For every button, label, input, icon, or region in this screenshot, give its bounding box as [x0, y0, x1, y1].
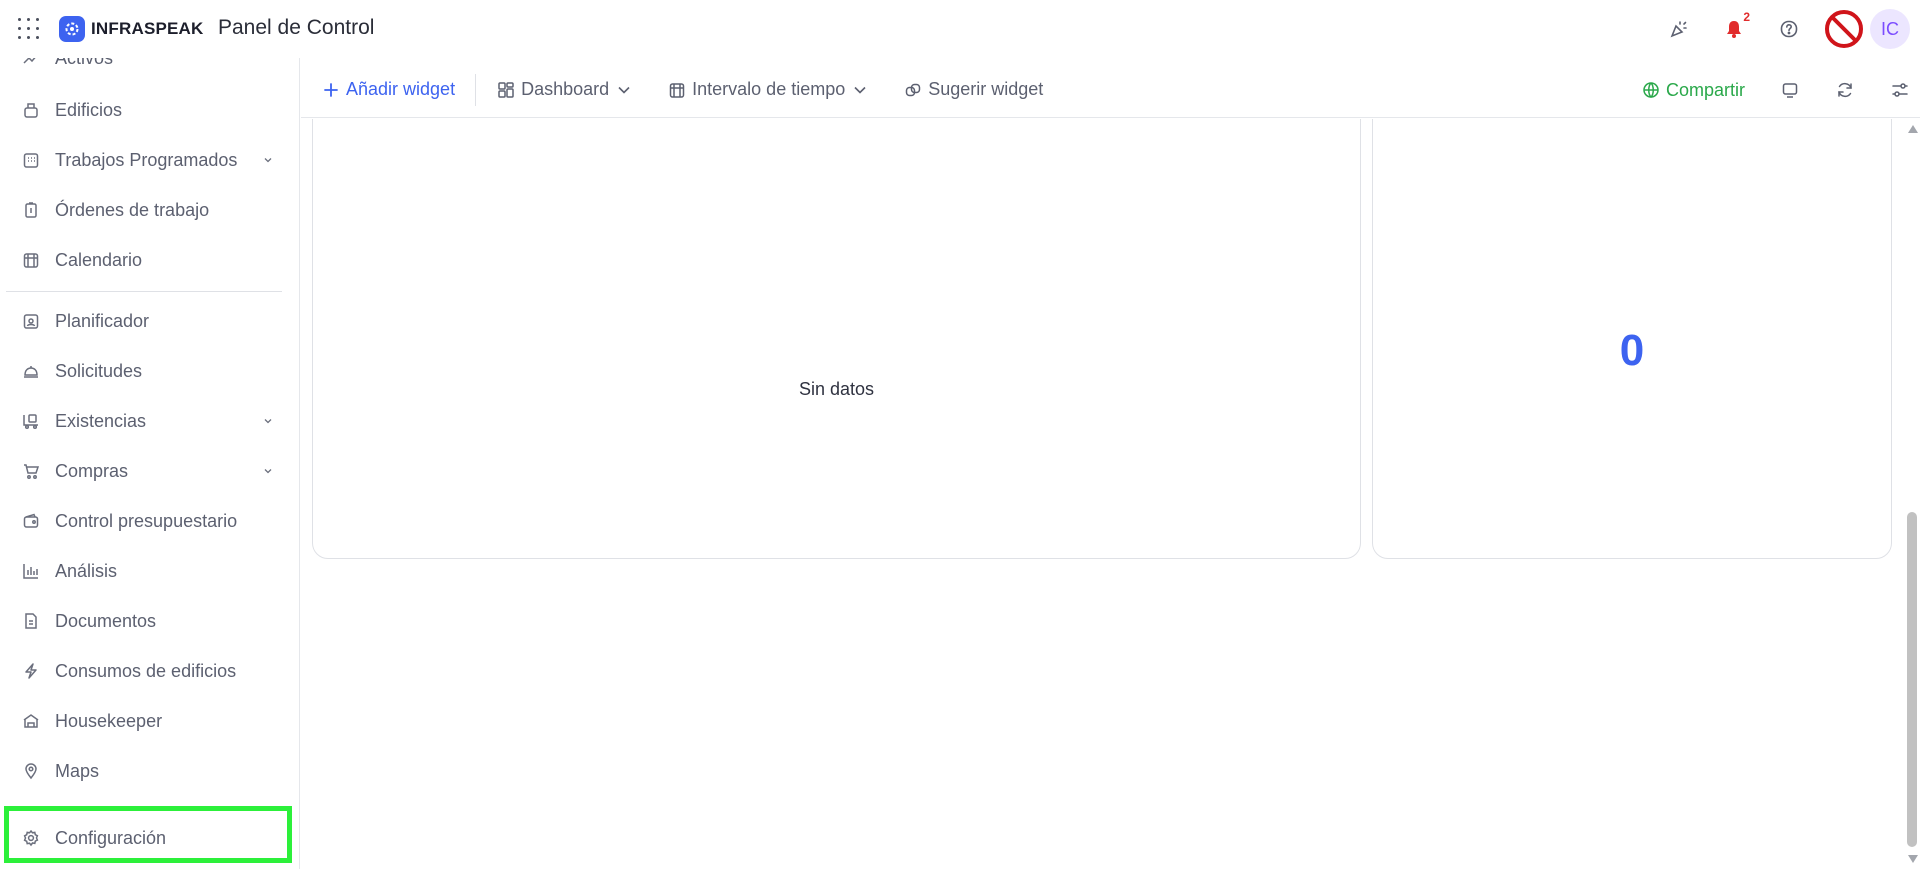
sidebar-item-existencias[interactable]: Existencias [0, 401, 299, 441]
dashboard-toolbar: Añadir widget Dashboard Intervalo de tie… [301, 62, 1920, 118]
cart-icon [22, 462, 40, 480]
sidebar-item-label: Compras [55, 460, 129, 481]
calendar-icon [667, 80, 687, 100]
sidebar: Activos Edificios Trabajos Programados Ó… [0, 58, 300, 869]
toolbar-divider [475, 73, 477, 106]
refresh-icon[interactable] [1825, 70, 1865, 110]
add-widget-button[interactable]: Añadir widget [321, 72, 455, 108]
chevron-down-icon[interactable] [262, 465, 274, 477]
scroll-down-arrow-icon[interactable] [1908, 855, 1918, 863]
widget-card[interactable]: Sin datos [312, 119, 1361, 559]
logo-text: INFRASPEAK [91, 19, 204, 38]
suggest-widget-button[interactable]: Sugerir widget [903, 72, 1043, 108]
building-icon [22, 101, 40, 119]
blocked-icon[interactable] [1824, 9, 1864, 49]
chevron-down-icon[interactable] [262, 415, 274, 427]
sidebar-item-ordenes-de-trabajo[interactable]: Órdenes de trabajo [0, 190, 299, 230]
plus-icon [321, 80, 341, 100]
content-scrollbar[interactable] [1905, 119, 1920, 869]
globe-icon [1641, 80, 1661, 100]
sidebar-item-housekeeper[interactable]: Housekeeper [0, 701, 299, 741]
sidebar-item-label: Trabajos Programados [55, 149, 238, 170]
stock-icon [22, 412, 40, 430]
link-icon [903, 80, 923, 100]
clipboard-icon [22, 201, 40, 219]
lightning-icon [22, 662, 40, 680]
sidebar-divider [6, 291, 282, 292]
gear-icon [22, 829, 40, 847]
map-pin-icon [22, 762, 40, 780]
sidebar-item-label: Consumos de edificios [55, 660, 237, 681]
sidebar-item-activos[interactable]: Activos [0, 58, 299, 78]
sidebar-item-calendario[interactable]: Calendario [0, 240, 299, 280]
no-data-text: Sin datos [798, 379, 875, 399]
tv-mode-icon[interactable] [1770, 70, 1810, 110]
notification-count-badge: 2 [1743, 10, 1750, 24]
planner-icon [22, 312, 40, 330]
dashboard-content: Sin datos 0 [301, 119, 1905, 869]
add-widget-label: Añadir widget [346, 79, 456, 99]
sidebar-item-compras[interactable]: Compras [0, 451, 299, 491]
top-right-actions: 2 IC [1644, 9, 1910, 49]
time-interval-dropdown[interactable]: Intervalo de tiempo [667, 72, 867, 108]
service-bell-icon [22, 362, 40, 380]
time-interval-label: Intervalo de tiempo [692, 79, 846, 99]
sidebar-item-label: Maps [55, 760, 100, 781]
infraspeak-logo-icon [59, 16, 85, 42]
sidebar-item-label: Existencias [55, 410, 147, 431]
dashboard-label: Dashboard [521, 79, 610, 99]
scroll-up-arrow-icon[interactable] [1908, 125, 1918, 133]
chevron-down-icon[interactable] [262, 154, 274, 166]
app-logo[interactable]: INFRASPEAK [59, 16, 204, 42]
sidebar-item-trabajos-programados[interactable]: Trabajos Programados [0, 140, 299, 180]
widget-card[interactable]: 0 [1372, 119, 1892, 559]
page-title: Panel de Control [218, 16, 375, 39]
sidebar-item-configuracion[interactable]: Configuración [0, 818, 299, 858]
avatar[interactable]: IC [1870, 9, 1910, 49]
sidebar-item-edificios[interactable]: Edificios [0, 90, 299, 130]
sidebar-item-solicitudes[interactable]: Solicitudes [0, 351, 299, 391]
sidebar-item-label: Calendario [55, 249, 143, 270]
share-label: Compartir [1665, 79, 1745, 100]
sidebar-item-label: Planificador [55, 310, 150, 331]
bell-icon[interactable]: 2 [1714, 9, 1754, 49]
top-bar: INFRASPEAK Panel de Control 2 IC [0, 0, 1920, 58]
sidebar-item-maps[interactable]: Maps [0, 751, 299, 791]
sidebar-item-label: Activos [55, 58, 113, 69]
scroll-thumb[interactable] [1907, 512, 1917, 847]
chevron-down-icon [854, 86, 866, 94]
sidebar-item-label: Edificios [55, 99, 123, 120]
toolbar-right-actions: Compartir [1641, 62, 1920, 118]
apps-grid-icon[interactable] [18, 18, 40, 40]
calendar-grid-icon [22, 151, 40, 169]
calendar-icon [22, 251, 40, 269]
sidebar-item-label: Análisis [55, 560, 118, 581]
sidebar-item-label: Housekeeper [55, 710, 163, 731]
sidebar-item-label: Configuración [55, 827, 167, 848]
document-icon [22, 612, 40, 630]
share-button[interactable]: Compartir [1641, 72, 1745, 108]
sidebar-item-planificador[interactable]: Planificador [0, 301, 299, 341]
housekeeper-icon [22, 712, 40, 730]
bar-chart-icon [22, 562, 40, 580]
dashboard-dropdown[interactable]: Dashboard [496, 72, 631, 108]
sidebar-item-label: Órdenes de trabajo [55, 199, 210, 220]
dashboard-icon [496, 80, 516, 100]
suggest-widget-label: Sugerir widget [928, 79, 1044, 99]
party-popper-icon[interactable] [1659, 9, 1699, 49]
settings-sliders-icon[interactable] [1880, 70, 1920, 110]
sidebar-item-label: Documentos [55, 610, 157, 631]
sidebar-item-control-presupuestario[interactable]: Control presupuestario [0, 501, 299, 541]
widget-value: 0 [1619, 326, 1645, 375]
sidebar-item-documentos[interactable]: Documentos [0, 601, 299, 641]
sidebar-item-consumos-de-edificios[interactable]: Consumos de edificios [0, 651, 299, 691]
assets-icon [22, 58, 40, 67]
sidebar-item-label: Solicitudes [55, 360, 143, 381]
help-icon[interactable] [1769, 9, 1809, 49]
sidebar-item-label: Control presupuestario [55, 510, 238, 531]
wallet-icon [22, 512, 40, 530]
chevron-down-icon [618, 86, 630, 94]
sidebar-item-analisis[interactable]: Análisis [0, 551, 299, 591]
